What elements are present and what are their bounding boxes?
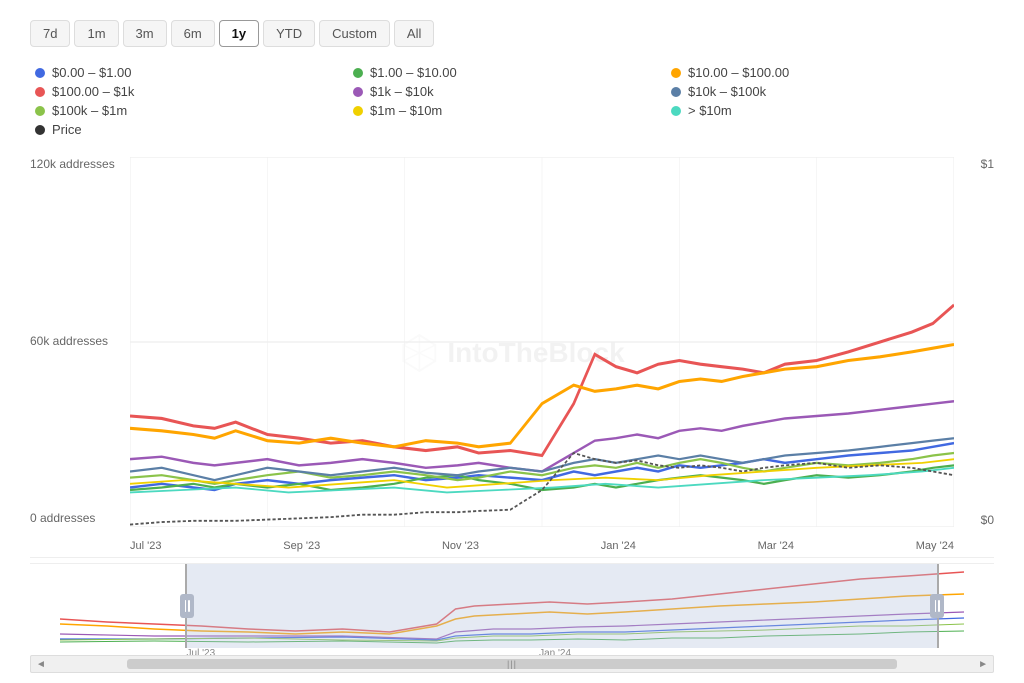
time-btn-custom[interactable]: Custom [319,20,390,47]
legend-dot [35,125,45,135]
legend-dot [353,68,363,78]
chart-svg-area [130,157,954,527]
y-axis-right: $1 $0 [981,157,994,527]
legend-label: Price [52,122,82,137]
chart-area: IntoTheBlock 120k addresses 60k addresse… [30,157,994,673]
legend-dot [353,87,363,97]
x-label-5: Mar '24 [758,540,794,552]
legend-label: $1.00 – $10.00 [370,65,457,80]
legend-label: > $10m [688,103,732,118]
time-range-selector: 7d1m3m6m1yYTDCustomAll [30,20,994,47]
legend-label: $1k – $10k [370,84,434,99]
legend-dot [35,87,45,97]
legend-dot [671,87,681,97]
time-btn-1m[interactable]: 1m [74,20,118,47]
x-label-2: Sep '23 [283,540,320,552]
time-btn-ytd[interactable]: YTD [263,20,315,47]
legend-item: $10k – $100k [671,84,989,99]
legend-label: $100k – $1m [52,103,127,118]
legend-dot [35,106,45,116]
navigator-scrollbar[interactable]: ◄ ||| ► [30,655,994,673]
legend-label: $10.00 – $100.00 [688,65,789,80]
legend-item: $1.00 – $10.00 [353,65,671,80]
legend-item: $10.00 – $100.00 [671,65,989,80]
navigator-left-handle[interactable] [180,594,194,618]
legend-item: $1k – $10k [353,84,671,99]
time-btn-3m[interactable]: 3m [123,20,167,47]
legend-item: > $10m [671,103,989,118]
legend-dot [671,68,681,78]
x-axis-labels: Jul '23 Sep '23 Nov '23 Jan '24 Mar '24 … [130,540,954,552]
y-label-top: 120k addresses [30,157,115,171]
legend-dot [35,68,45,78]
legend-label: $100.00 – $1k [52,84,134,99]
scroll-right-arrow[interactable]: ► [978,659,988,670]
scroll-left-arrow[interactable]: ◄ [36,659,46,670]
y-right-top: $1 [981,157,994,171]
navigator[interactable]: Jul '23 Jan '24 ◄ ||| ► [30,563,994,673]
legend-dot [353,106,363,116]
legend-item: $100.00 – $1k [35,84,353,99]
x-label-3: Nov '23 [442,540,479,552]
time-btn-7d[interactable]: 7d [30,20,70,47]
y-label-mid: 60k addresses [30,334,115,348]
y-axis-left: 120k addresses 60k addresses 0 addresses [30,157,115,527]
chart-legend: $0.00 – $1.00 $1.00 – $10.00 $10.00 – $100… [30,65,994,137]
x-label-6: May '24 [916,540,954,552]
chart-main: IntoTheBlock 120k addresses 60k addresse… [30,157,994,558]
time-btn-1y[interactable]: 1y [219,20,259,47]
legend-label: $0.00 – $1.00 [52,65,132,80]
y-right-bot: $0 [981,513,994,527]
legend-dot [671,106,681,116]
time-btn-6m[interactable]: 6m [171,20,215,47]
x-label-1: Jul '23 [130,540,161,552]
time-btn-all[interactable]: All [394,20,434,47]
legend-item: $100k – $1m [35,103,353,118]
x-label-4: Jan '24 [601,540,636,552]
main-chart-svg [130,157,954,527]
scroll-thumb[interactable]: ||| [127,659,897,669]
navigator-right-handle[interactable] [930,594,944,618]
y-label-bot: 0 addresses [30,511,115,525]
legend-label: $1m – $10m [370,103,442,118]
main-container: 7d1m3m6m1yYTDCustomAll $0.00 – $1.00 $1.0… [0,0,1024,683]
legend-item: $0.00 – $1.00 [35,65,353,80]
navigator-selection[interactable] [185,564,939,648]
legend-item: $1m – $10m [353,103,671,118]
legend-label: $10k – $100k [688,84,766,99]
legend-item: Price [35,122,353,137]
